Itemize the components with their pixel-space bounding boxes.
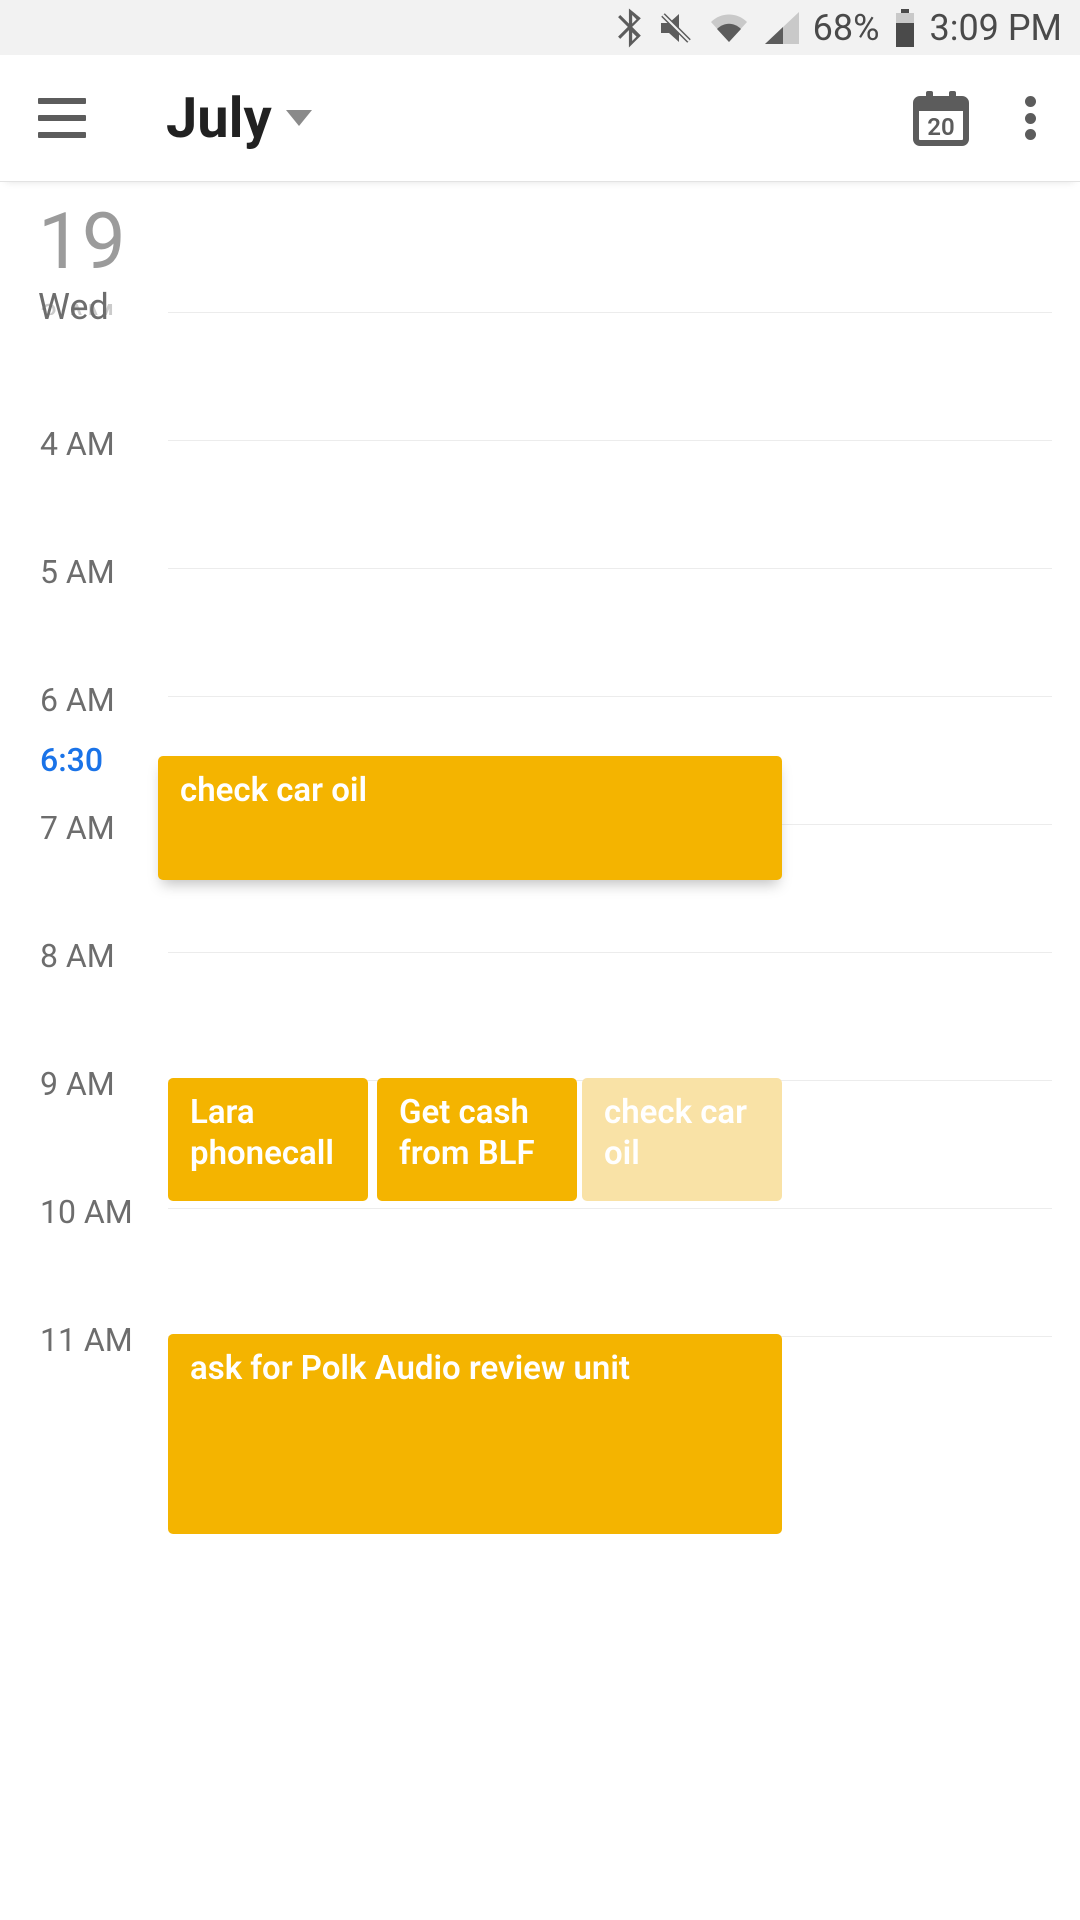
day-view[interactable]: 19 Wed 3 AM4 AM5 AM6 AM7 AM8 AM9 AM10 AM… bbox=[0, 182, 1080, 1920]
hour-gridline bbox=[168, 568, 1052, 569]
battery-percentage: 68% bbox=[813, 7, 880, 49]
hamburger-icon[interactable] bbox=[38, 94, 86, 142]
wifi-icon bbox=[709, 12, 749, 44]
status-icons bbox=[617, 8, 799, 48]
calendar-event[interactable]: Lara phonecall bbox=[168, 1078, 368, 1201]
hour-label: 11 AM bbox=[40, 1321, 133, 1359]
hour-label: 5 AM bbox=[40, 553, 115, 591]
month-label: July bbox=[166, 85, 272, 151]
hour-gridline bbox=[168, 952, 1052, 953]
hour-label: 9 AM bbox=[40, 1065, 115, 1103]
calendar-event[interactable]: ask for Polk Audio review unit bbox=[168, 1334, 782, 1534]
battery-icon bbox=[894, 9, 916, 47]
calendar-event[interactable]: check car oil bbox=[582, 1078, 782, 1201]
status-time: 3:09 PM bbox=[930, 7, 1063, 49]
status-bar: 68% 3:09 PM bbox=[0, 0, 1080, 55]
caret-down-icon bbox=[286, 110, 312, 126]
current-time-indicator: 6:30 bbox=[40, 741, 103, 779]
calendar-event[interactable]: Get cash from BLF bbox=[377, 1078, 577, 1201]
hour-gridline bbox=[168, 440, 1052, 441]
today-date-number: 20 bbox=[927, 113, 954, 141]
hour-label: 4 AM bbox=[40, 425, 115, 463]
mute-icon bbox=[657, 9, 695, 47]
hour-label: 7 AM bbox=[40, 809, 115, 847]
hour-gridline bbox=[168, 1208, 1052, 1209]
cellular-icon bbox=[763, 12, 799, 44]
hour-gridline bbox=[168, 312, 1052, 313]
more-icon[interactable] bbox=[1010, 94, 1050, 142]
bluetooth-icon bbox=[617, 8, 643, 48]
hour-label: 8 AM bbox=[40, 937, 115, 975]
hour-label: 6 AM bbox=[40, 681, 115, 719]
calendar-event[interactable]: check car oil bbox=[158, 756, 782, 880]
hour-label: 10 AM bbox=[40, 1193, 133, 1231]
month-picker[interactable]: July bbox=[166, 85, 312, 151]
today-icon[interactable]: 20 bbox=[912, 89, 970, 147]
hour-label: 3 AM bbox=[40, 297, 115, 315]
hour-gridline bbox=[168, 696, 1052, 697]
app-bar: July 20 bbox=[0, 55, 1080, 182]
